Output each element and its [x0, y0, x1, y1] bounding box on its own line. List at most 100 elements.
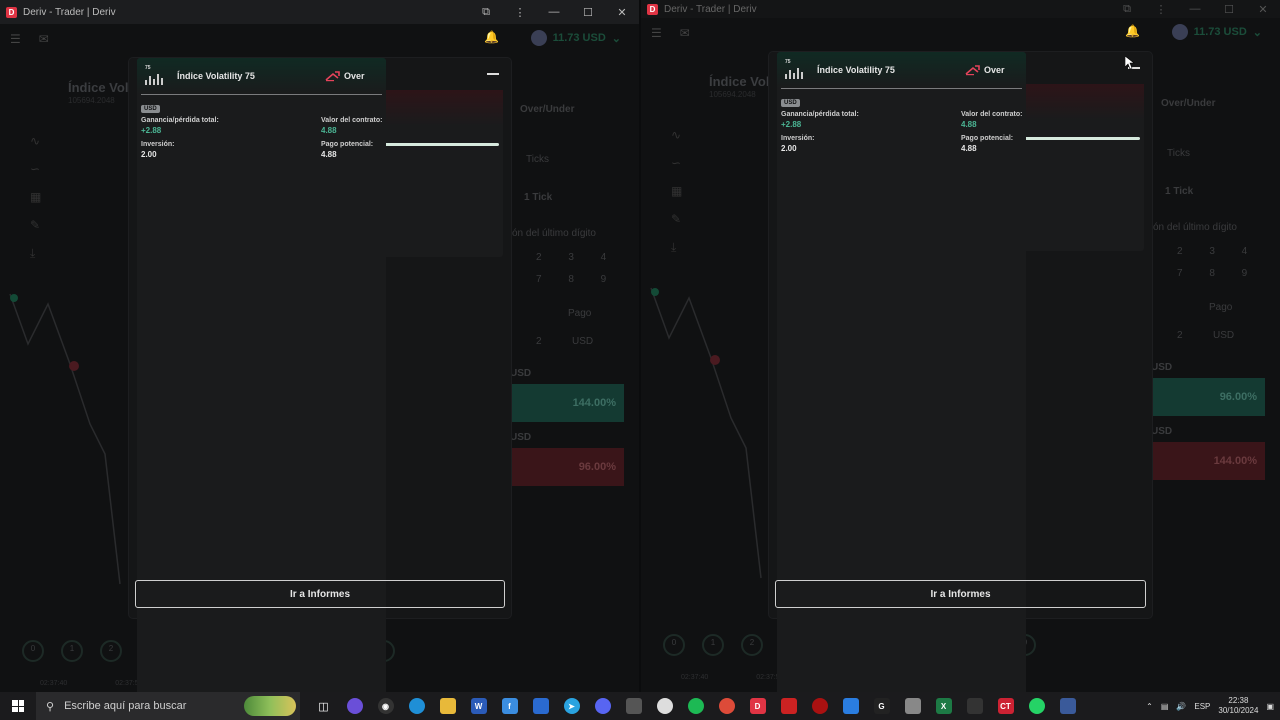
taskbar: ⚲ Escribe aquí para buscar ◫ ◉ W f ➤ D G [0, 692, 1280, 720]
start-button[interactable] [0, 692, 36, 720]
taskbar-search[interactable]: ⚲ Escribe aquí para buscar [36, 692, 300, 720]
go-to-reports-button[interactable]: Ir a Informes [135, 580, 505, 608]
chart-type-icon[interactable]: ∿ [671, 128, 682, 142]
digit-picker-row-2[interactable]: 7 8 9 [536, 274, 606, 285]
hamburger-menu-icon[interactable]: ☰ [10, 32, 21, 46]
asset-code: 75 [785, 59, 791, 65]
buy-under-payout: 144.00% [1213, 455, 1257, 467]
minimize-window-button[interactable]: — [1178, 3, 1212, 15]
store-icon[interactable] [525, 692, 556, 720]
file-explorer-icon[interactable] [432, 692, 463, 720]
duration-value[interactable]: 1 Tick [524, 192, 552, 203]
app-icon-7[interactable]: CT [990, 692, 1021, 720]
payout-tab[interactable]: Pago [568, 308, 591, 319]
usd-label-2: USD [510, 432, 532, 443]
clock[interactable]: 22:38 30/10/2024 [1218, 696, 1258, 716]
network-icon[interactable]: ▤ [1161, 702, 1169, 711]
account-balance[interactable]: 11.73 USD ⌄ [530, 30, 621, 46]
position-asset-name: Índice Volatility 75 [177, 71, 255, 81]
reports-icon[interactable]: ✉ [39, 32, 49, 46]
digit-picker-row-1[interactable]: 2 3 4 [1177, 246, 1247, 257]
last-digit-label: ón del último dígito [512, 228, 596, 239]
close-window-button[interactable]: ✕ [1246, 3, 1280, 16]
pnl-value: +2.88 [141, 126, 162, 135]
digit-picker-row-2[interactable]: 7 8 9 [1177, 268, 1247, 279]
app-icon-5[interactable] [897, 692, 928, 720]
app-icon-2[interactable] [804, 692, 835, 720]
cloud-icon[interactable] [649, 692, 680, 720]
stake-currency: USD [1213, 330, 1235, 341]
telegram-icon[interactable]: ➤ [556, 692, 587, 720]
obs-icon[interactable]: ◉ [370, 692, 401, 720]
maximize-window-button[interactable]: ☐ [1212, 3, 1246, 16]
stake-value[interactable]: 2 [1177, 330, 1183, 341]
contract-type-label[interactable]: Over/Under [520, 104, 574, 115]
more-menu-icon[interactable]: ⋮ [1144, 3, 1178, 16]
buy-under-button[interactable]: 144.00% [1151, 442, 1265, 480]
reports-icon[interactable]: ✉ [680, 26, 690, 40]
bell-icon[interactable]: 🔔 [1125, 24, 1140, 38]
spotify-icon[interactable] [680, 692, 711, 720]
deriv-app-icon[interactable]: D [742, 692, 773, 720]
us-flag-icon [1171, 24, 1188, 40]
more-menu-icon[interactable]: ⋮ [503, 6, 537, 19]
templates-icon[interactable]: ▦ [30, 190, 41, 204]
account-balance[interactable]: 11.73 USD ⌄ [1171, 24, 1262, 40]
buy-under-button[interactable]: 96.00% [510, 448, 624, 486]
bell-icon[interactable]: 🔔 [484, 30, 499, 44]
pnl-label: Ganancia/pérdida total: [141, 117, 219, 124]
browser-window-left[interactable]: D Deriv - Trader | Deriv ⧉ ⋮ — ☐ ✕ ☰ ✉ 🔔… [0, 0, 639, 692]
app-icon-3[interactable] [835, 692, 866, 720]
digit-stat: 0 [663, 634, 685, 656]
contract-type-label[interactable]: Over/Under [1161, 98, 1215, 109]
card-divider [781, 88, 1023, 89]
buy-over-button[interactable]: 96.00% [1151, 378, 1265, 416]
buy-over-button[interactable]: 144.00% [510, 384, 624, 422]
arrow-up-right-icon [325, 71, 340, 82]
duration-unit[interactable]: Ticks [1167, 148, 1190, 159]
digit-picker-row-1[interactable]: 2 3 4 [536, 252, 606, 263]
extension-icon[interactable]: ⧉ [469, 6, 503, 19]
indicators-icon[interactable]: ∽ [30, 162, 41, 176]
excel-icon[interactable]: X [928, 692, 959, 720]
facebook-icon[interactable]: f [494, 692, 525, 720]
volume-icon[interactable]: 🔊 [1176, 702, 1186, 711]
go-to-reports-button[interactable]: Ir a Informes [775, 580, 1146, 608]
edge-icon[interactable] [401, 692, 432, 720]
deriv-logo-icon: D [647, 3, 658, 15]
app-icon-6[interactable] [959, 692, 990, 720]
maximize-window-button[interactable]: ☐ [571, 6, 605, 19]
app-icon-8[interactable] [1052, 692, 1083, 720]
notifications-icon[interactable]: ▣ [1266, 702, 1274, 711]
minimize-modal-button[interactable] [487, 73, 499, 75]
balance-value: 11.73 USD [1193, 26, 1247, 38]
language-indicator[interactable]: ESP [1194, 702, 1210, 711]
stake-value[interactable]: 2 [536, 336, 542, 347]
tool-icon[interactable] [618, 692, 649, 720]
extension-icon[interactable]: ⧉ [1110, 3, 1144, 16]
chevron-up-icon[interactable]: ⌃ [1146, 702, 1153, 711]
browser-window-right[interactable]: D Deriv - Trader | Deriv ⧉ ⋮ — ☐ ✕ ☰ ✉ 🔔… [641, 0, 1280, 692]
app-icon-1[interactable] [773, 692, 804, 720]
trade-type-label: Over [984, 65, 1005, 75]
chart-type-icon[interactable]: ∿ [30, 134, 41, 148]
discord-icon[interactable] [587, 692, 618, 720]
indicators-icon[interactable]: ∽ [671, 156, 682, 170]
duration-value[interactable]: 1 Tick [1165, 186, 1193, 197]
whatsapp-icon[interactable] [1021, 692, 1052, 720]
duration-unit[interactable]: Ticks [526, 154, 549, 165]
hamburger-menu-icon[interactable]: ☰ [651, 26, 662, 40]
app-icon-4[interactable]: G [866, 692, 897, 720]
word-icon[interactable]: W [463, 692, 494, 720]
chevron-down-icon: ⌄ [611, 32, 621, 45]
chrome-icon[interactable] [711, 692, 742, 720]
minimize-window-button[interactable]: — [537, 6, 571, 18]
close-window-button[interactable]: ✕ [605, 6, 639, 19]
asset-title[interactable]: Índice Vola [709, 74, 777, 89]
payout-tab[interactable]: Pago [1209, 302, 1232, 313]
task-view-icon[interactable]: ◫ [308, 692, 339, 720]
asset-title[interactable]: Índice Vola [68, 80, 136, 95]
copilot-icon[interactable] [339, 692, 370, 720]
desktop: D Deriv - Trader | Deriv ⧉ ⋮ — ☐ ✕ ☰ ✉ 🔔… [0, 0, 1280, 720]
templates-icon[interactable]: ▦ [671, 184, 682, 198]
